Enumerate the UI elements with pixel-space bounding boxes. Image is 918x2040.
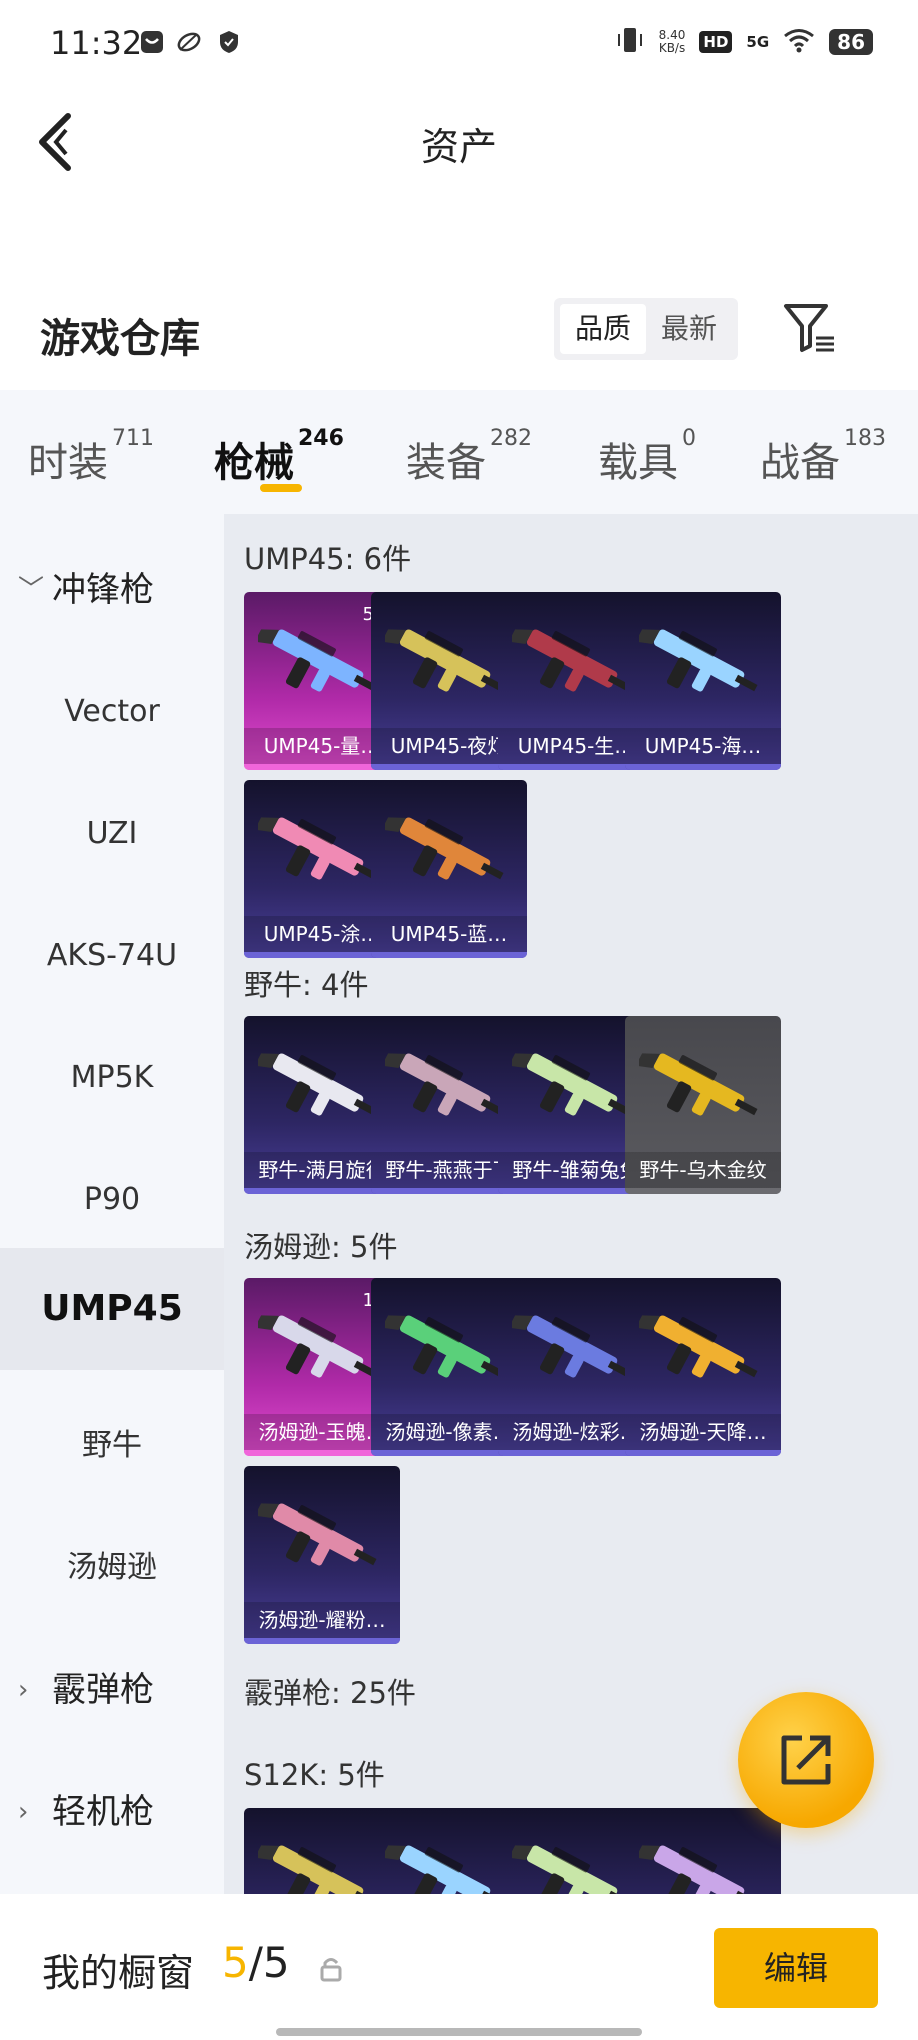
chevron-right-icon: › [18, 1797, 29, 1827]
category-tabs: 时装711 枪械246 装备282 载具0 战备183 [0, 390, 918, 514]
rarity-bar [625, 1450, 781, 1456]
leaf-icon [176, 30, 202, 58]
weapon-image [258, 1315, 377, 1378]
network-type: 5G [746, 33, 770, 51]
wifi-icon [783, 27, 815, 57]
tab-vehicles[interactable]: 载具0 [598, 426, 696, 488]
header: 资产 [0, 92, 918, 192]
weapon-card[interactable] [625, 1808, 781, 1894]
weapon-image [385, 1053, 504, 1116]
weapon-image [512, 629, 631, 692]
weapon-image [385, 817, 504, 880]
weapon-card[interactable]: 野牛-乌木金纹 [625, 1016, 781, 1194]
weapon-name: UMP45-海… [625, 728, 781, 764]
hd-badge: HD [699, 31, 733, 53]
rarity-bar [244, 1638, 400, 1644]
sidebar-item-vector[interactable]: Vector [0, 676, 224, 748]
app-notification-icon [140, 30, 164, 58]
sidebar-group-lmg[interactable]: › 轻机枪 [0, 1776, 224, 1848]
home-indicator [276, 2028, 642, 2036]
battery-indicator: 86 [829, 29, 873, 55]
weapon-group-label: UMP45: 6件 [244, 542, 412, 576]
weapon-card[interactable]: 汤姆逊-耀粉… [244, 1466, 400, 1644]
weapon-image [258, 1845, 377, 1894]
weapon-card[interactable]: 汤姆逊-天降… [625, 1278, 781, 1456]
weapon-group-label: 汤姆逊: 5件 [244, 1230, 398, 1264]
weapon-group-label: 野牛: 4件 [244, 968, 369, 1002]
sidebar-item-bizon[interactable]: 野牛 [0, 1410, 224, 1482]
lock-icon [320, 1956, 342, 1986]
weapon-image [639, 1315, 758, 1378]
sidebar-item-thompson[interactable]: 汤姆逊 [0, 1532, 224, 1604]
weapon-image [639, 629, 758, 692]
sidebar-item-p90[interactable]: P90 [0, 1164, 224, 1236]
sidebar-group-shotgun[interactable]: › 霰弹枪 [0, 1654, 224, 1726]
tab-supplies[interactable]: 战备183 [760, 426, 886, 488]
weapon-group-label: 霰弹枪: 25件 [244, 1676, 416, 1710]
status-bar: 11:32 8.40 KB/s HD 5G 86 [0, 0, 918, 92]
weapon-name: 汤姆逊-天降… [625, 1414, 781, 1450]
filter-icon [784, 304, 834, 352]
sidebar-item-ump45[interactable]: UMP45 [0, 1248, 224, 1370]
sort-quality-button[interactable]: 品质 [560, 304, 646, 354]
weapon-card[interactable]: UMP45-蓝… [371, 780, 527, 958]
tab-guns[interactable]: 枪械246 [214, 426, 344, 488]
sidebar-item-mp5k[interactable]: MP5K [0, 1042, 224, 1114]
status-time: 11:32 [50, 24, 143, 62]
page-title: 资产 [420, 125, 497, 169]
sort-toggle: 品质 最新 [554, 298, 738, 360]
weapon-name: 野牛-乌木金纹 [625, 1152, 781, 1188]
weapon-image [512, 1315, 631, 1378]
vibrate-icon [615, 26, 645, 58]
shield-icon [218, 30, 240, 58]
weapon-image [639, 1845, 758, 1894]
weapon-image [385, 1315, 504, 1378]
rarity-bar [625, 1188, 781, 1194]
warehouse-title: 游戏仓库 [40, 316, 200, 362]
weapon-sidebar: ﹀ 冲锋枪 Vector UZI AKS-74U MP5K P90 UMP45 … [0, 514, 224, 1894]
weapon-name: 汤姆逊-耀粉… [244, 1602, 400, 1638]
tab-equipment[interactable]: 装备282 [406, 426, 532, 488]
active-tab-indicator [260, 484, 302, 492]
showcase-count: 5/5 [222, 1938, 290, 1987]
weapon-image [512, 1053, 631, 1116]
sidebar-group-smg[interactable]: ﹀ 冲锋枪 [0, 554, 224, 626]
weapon-image [639, 1053, 758, 1116]
weapon-image [258, 1053, 377, 1116]
chevron-down-icon: ﹀ [18, 575, 45, 605]
edit-button[interactable]: 编辑 [714, 1928, 878, 2008]
sidebar-item-uzi[interactable]: UZI [0, 798, 224, 870]
sort-newest-button[interactable]: 最新 [646, 304, 732, 354]
network-speed: 8.40 KB/s [658, 28, 686, 55]
tab-fashion[interactable]: 时装711 [28, 426, 154, 488]
weapon-image [512, 1845, 631, 1894]
showcase-bar: 我的橱窗 5/5 编辑 [0, 1894, 918, 2040]
showcase-label: 我的橱窗 [42, 1951, 195, 1995]
sidebar-item-aks74u[interactable]: AKS-74U [0, 920, 224, 992]
weapon-image [258, 817, 377, 880]
share-button[interactable] [738, 1692, 874, 1828]
weapon-name: UMP45-蓝… [371, 916, 527, 952]
weapon-image [258, 629, 377, 692]
filter-button[interactable] [782, 300, 838, 356]
chevron-right-icon: › [18, 1675, 29, 1705]
weapon-card[interactable]: UMP45-海… [625, 592, 781, 770]
rarity-bar [371, 952, 527, 958]
weapon-grid: UMP45: 6件5级UMP45-量…UMP45-夜灯UMP45-生…UMP45… [224, 514, 918, 1894]
share-icon [781, 1735, 831, 1785]
weapon-group-label: S12K: 5件 [244, 1758, 385, 1792]
weapon-image [258, 1503, 377, 1566]
weapon-image [385, 629, 504, 692]
rarity-bar [625, 764, 781, 770]
weapon-image [385, 1845, 504, 1894]
